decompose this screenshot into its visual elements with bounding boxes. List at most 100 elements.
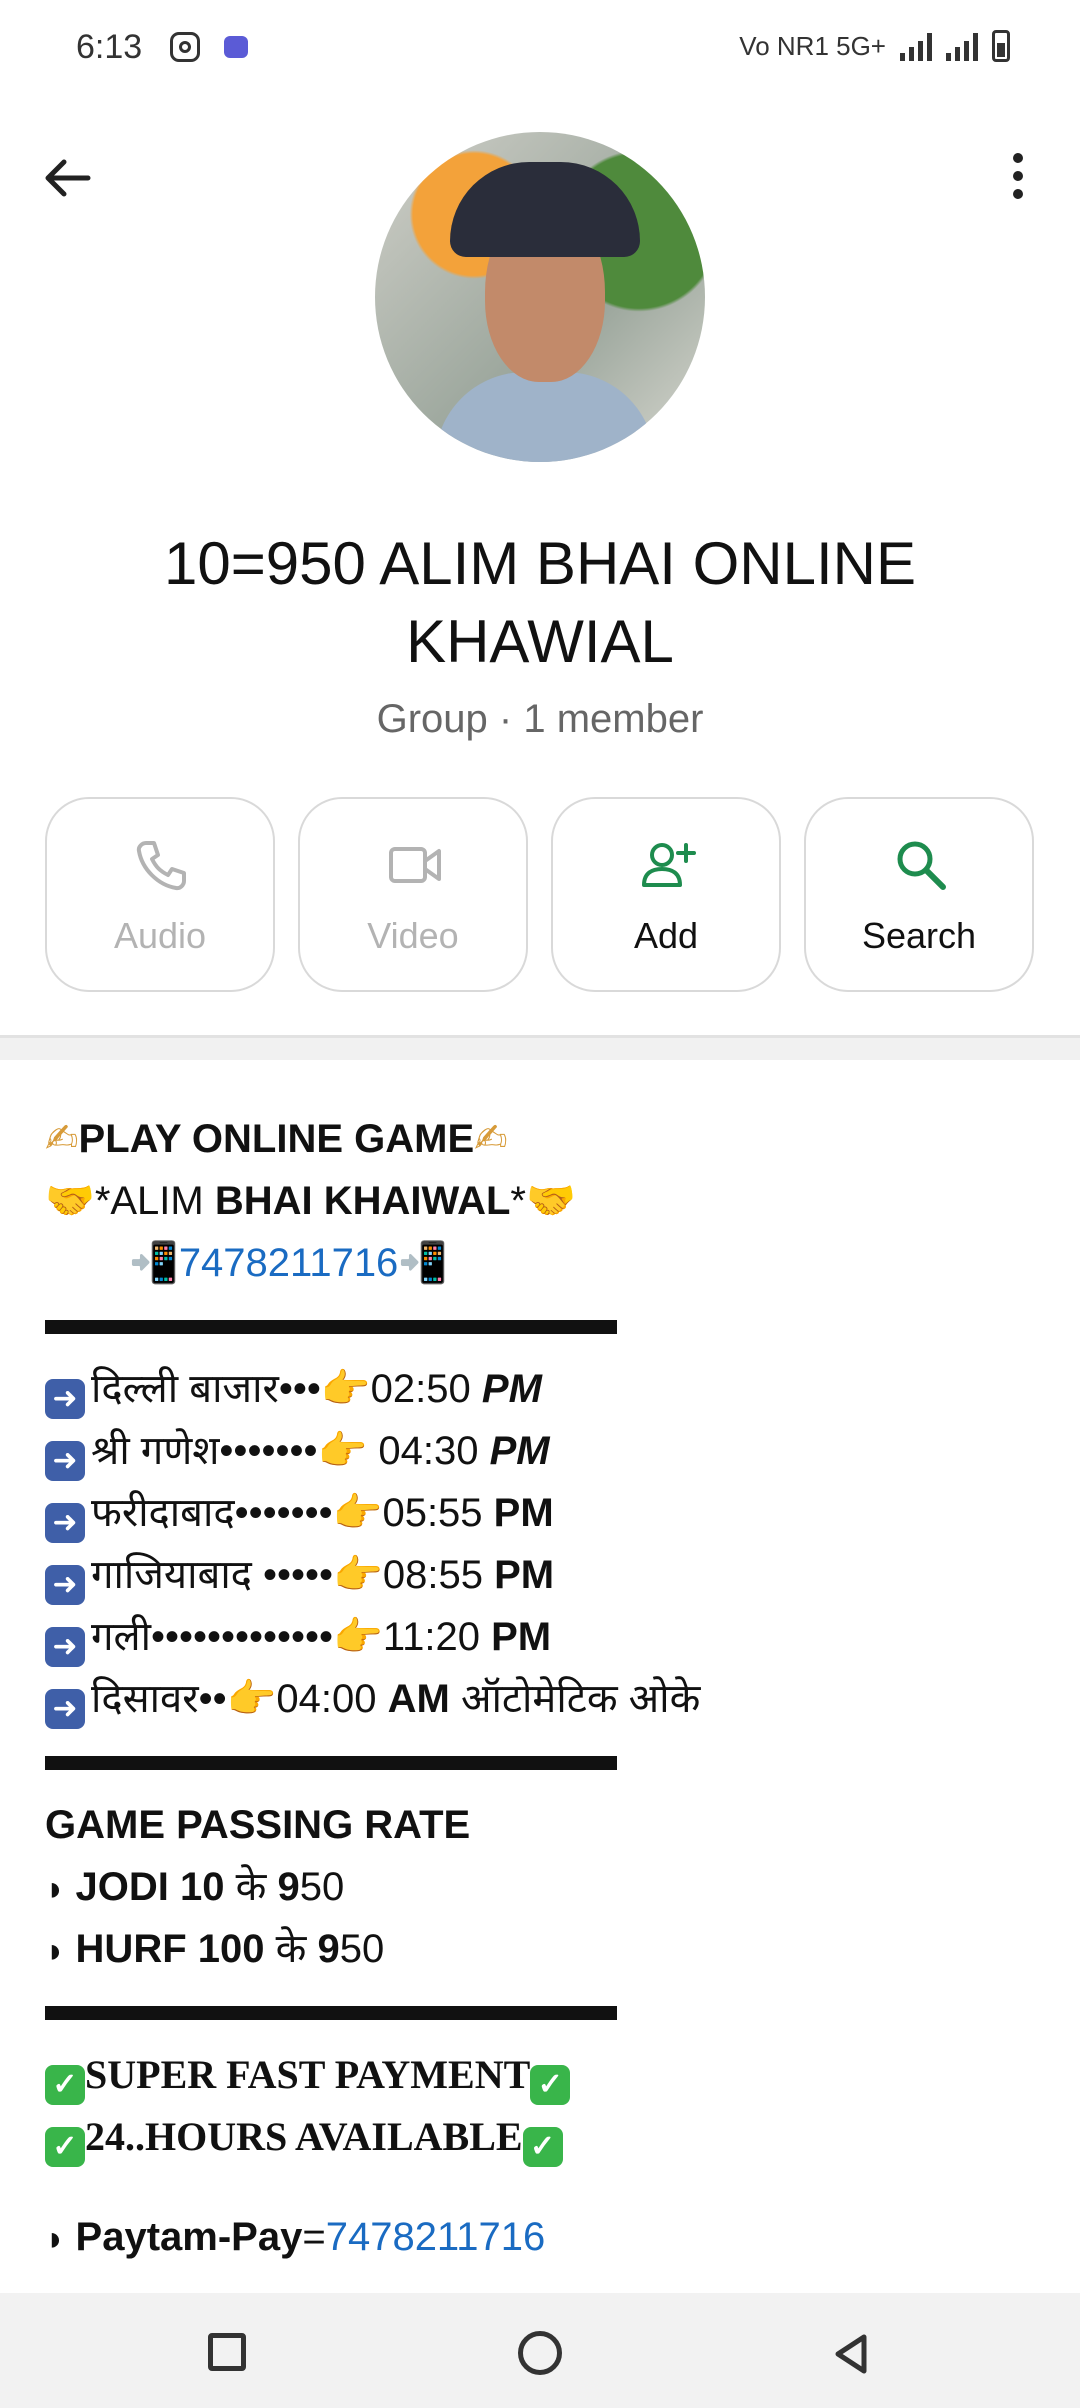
schedule-row: ➜ दिल्ली बाजार•••👉02:50 PM <box>45 1358 1045 1420</box>
add-member-button[interactable]: Add <box>551 797 781 992</box>
status-bar: 6:13 Vo NR1 5G+ <box>0 0 1080 100</box>
network-type: Vo NR1 5G+ <box>739 30 886 61</box>
schedule-place: फरीदाबाद••••••• <box>91 1491 333 1535</box>
handshake-icon: 🤝 <box>45 1179 95 1223</box>
pointing-hand-icon: 👉 <box>333 1553 383 1597</box>
back-triangle-icon[interactable] <box>826 2329 876 2379</box>
arrow-right-icon: ➜ <box>45 1627 85 1667</box>
add-person-icon <box>642 843 696 887</box>
phone-arrow-icon: 📲 <box>129 1241 179 1285</box>
status-right: Vo NR1 5G+ <box>739 30 1010 62</box>
hours-line: ✓ 24..HOURS AVAILABLE ✓ <box>45 2106 1045 2168</box>
signal-icon <box>900 31 932 61</box>
schedule-time: 02:50 <box>370 1367 482 1411</box>
home-icon[interactable] <box>518 2331 562 2375</box>
schedule-ampm: PM <box>493 1491 554 1535</box>
schedule-place: श्री गणेश••••••• <box>91 1429 318 1473</box>
writing-hand-icon: ✍ <box>474 1117 508 1161</box>
video-call-button[interactable]: Video <box>298 797 528 992</box>
video-label: Video <box>367 915 459 956</box>
pointing-hand-icon: 👉 <box>332 1491 383 1535</box>
pointing-hand-icon: 👉 <box>226 1677 277 1721</box>
search-button[interactable]: Search <box>804 797 1034 992</box>
triangle-bullet-icon: ◗ <box>45 1932 66 1970</box>
phone-icon <box>136 841 186 891</box>
app-notification-icon <box>224 36 248 58</box>
action-buttons: Audio Video Add Search <box>45 797 1035 992</box>
schedule-ampm: PM <box>481 1367 542 1411</box>
rate-end: 50 <box>299 1865 345 1909</box>
checkmark-icon: ✓ <box>45 2065 85 2105</box>
schedule-time: 08:55 <box>382 1553 495 1597</box>
section-divider <box>0 1035 1080 1060</box>
rate-end: 50 <box>339 1927 385 1971</box>
desc-phone-line: 📲7478211716📲 <box>45 1232 1045 1294</box>
handshake-icon: 🤝 <box>525 1179 576 1223</box>
pointing-hand-icon: 👉 <box>333 1615 383 1659</box>
schedule-time: 04:00 <box>276 1677 388 1721</box>
group-description: ✍PLAY ONLINE GAME✍ 🤝*ALIM BHAI KHAIWAL*🤝… <box>45 1108 1045 2268</box>
schedule-ampm: AM <box>387 1677 450 1721</box>
search-label: Search <box>861 915 977 956</box>
schedule-row: ➜ फरीदाबाद•••••••👉05:55 PM <box>45 1482 1045 1544</box>
arrow-right-icon: ➜ <box>45 1503 85 1543</box>
group-subtitle: Group · 1 member <box>376 697 704 741</box>
checkmark-icon: ✓ <box>522 2127 563 2167</box>
pointing-hand-icon: 👉 <box>317 1429 368 1473</box>
schedule-place: गाजियाबाद ••••• <box>91 1553 334 1597</box>
arrow-right-icon: ➜ <box>45 1379 85 1419</box>
audio-call-button[interactable]: Audio <box>45 797 275 992</box>
divider-rule <box>45 2006 617 2020</box>
phone-arrow-icon: 📲 <box>398 1241 449 1285</box>
name-suffix: * <box>510 1179 526 1223</box>
writing-hand-icon: ✍ <box>45 1117 79 1161</box>
battery-icon <box>992 30 1010 62</box>
name-bold: BHAI KHAIWAL <box>214 1179 511 1223</box>
schedule-row: ➜ श्री गणेश•••••••👉 04:30 PM <box>45 1420 1045 1482</box>
hours-text: 24..HOURS AVAILABLE <box>85 2114 523 2159</box>
divider-rule <box>45 1756 617 1770</box>
schedule-place: दिसावर•• <box>91 1677 227 1721</box>
schedule-row: ➜ दिसावर••👉04:00 AM ऑटोमेटिक ओके <box>45 1668 1045 1730</box>
pointing-hand-icon: 👉 <box>320 1367 371 1411</box>
payment-line: ✓ SUPER FAST PAYMENT ✓ <box>45 2044 1045 2106</box>
triangle-bullet-icon: ◗ <box>45 2220 66 2258</box>
group-title: 10=950 ALIM BHAI ONLINE KHAWIAL <box>163 530 917 675</box>
paytm-line: ◗ Paytam-Pay=7478211716 <box>45 2206 1045 2268</box>
video-icon <box>389 847 441 883</box>
payment-text: SUPER FAST PAYMENT <box>85 2052 531 2097</box>
rate-row: ◗ HURF 100 के 950 <box>45 1918 1045 1980</box>
checkmark-icon: ✓ <box>530 2065 571 2105</box>
schedule-ampm: PM <box>491 1615 552 1659</box>
rate-label: HURF 100 <box>75 1927 265 1971</box>
schedule-place: दिल्ली बाजार••• <box>91 1367 321 1411</box>
triangle-bullet-icon: ◗ <box>45 1870 66 1908</box>
rate-mid: के <box>264 1927 318 1971</box>
add-label: Add <box>633 915 699 956</box>
divider-rule <box>45 1320 617 1334</box>
arrow-right-icon: ➜ <box>45 1441 85 1481</box>
phone-link[interactable]: 7478211716 <box>179 1241 399 1285</box>
schedule-row: ➜ गाजियाबाद •••••👉08:55 PM <box>45 1544 1045 1606</box>
more-options-icon[interactable] <box>1000 148 1036 204</box>
search-icon <box>897 841 946 890</box>
back-arrow-icon[interactable] <box>40 150 96 206</box>
schedule-time: 05:55 <box>382 1491 494 1535</box>
rate-bold2: 9 <box>317 1927 340 1971</box>
schedule-place: गली••••••••••••• <box>91 1615 334 1659</box>
rate-row: ◗ JODI 10 के 950 <box>45 1856 1045 1918</box>
schedule-ampm: PM <box>489 1429 550 1473</box>
group-avatar[interactable] <box>375 132 705 462</box>
recents-icon[interactable] <box>208 2333 246 2371</box>
rate-heading: GAME PASSING RATE <box>45 1803 471 1847</box>
audio-label: Audio <box>113 915 207 956</box>
name-prefix: *ALIM <box>94 1179 215 1223</box>
paytm-number-link[interactable]: 7478211716 <box>326 2215 546 2259</box>
rate-label: JODI 10 <box>75 1865 225 1909</box>
schedule-extra: ऑटोमेटिक ओके <box>449 1677 701 1721</box>
status-time: 6:13 <box>76 28 143 66</box>
schedule-row: ➜ गली•••••••••••••👉11:20 PM <box>45 1606 1045 1668</box>
rate-bold2: 9 <box>277 1865 300 1909</box>
schedule-time: 11:20 <box>382 1615 492 1659</box>
system-nav-bar <box>0 2293 1080 2408</box>
